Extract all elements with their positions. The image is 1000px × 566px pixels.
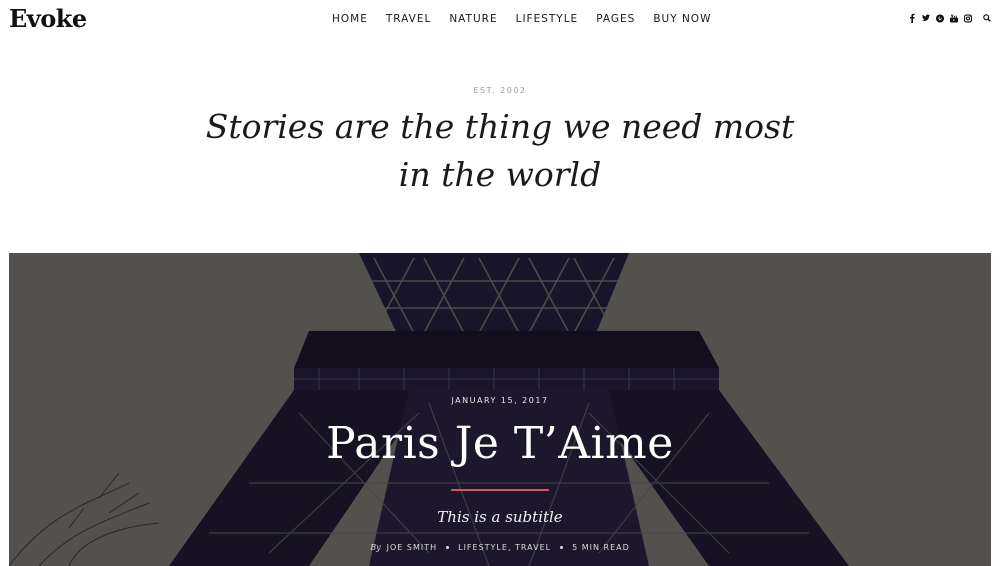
pinterest-icon[interactable] [936, 13, 944, 23]
twitter-icon[interactable] [922, 13, 930, 23]
search-icon[interactable] [983, 13, 991, 23]
post-date: JANUARY 15, 2017 [451, 396, 549, 405]
post-meta: By JOE SMITH LIFESTYLE, TRAVEL 5 MIN REA… [9, 543, 991, 552]
post-info: JANUARY 15, 2017 Paris Je T’Aime This is… [9, 396, 991, 552]
post-subtitle: This is a subtitle [437, 508, 563, 526]
post-author[interactable]: JOE SMITH [387, 543, 438, 552]
by-label: By [370, 543, 381, 552]
established-label: EST. 2002 [473, 86, 527, 95]
meta-separator [560, 546, 564, 549]
facebook-icon[interactable] [908, 13, 916, 23]
site-logo[interactable]: Evoke [9, 4, 87, 33]
post-title[interactable]: Paris Je T’Aime [9, 419, 991, 469]
nav-buy-now[interactable]: BUY NOW [653, 13, 711, 25]
main-nav: HOME TRAVEL NATURE LIFESTYLE PAGES BUY N… [332, 13, 729, 25]
site-header: Evoke HOME TRAVEL NATURE LIFESTYLE PAGES… [0, 0, 1000, 40]
nav-travel[interactable]: TRAVEL [386, 13, 431, 25]
meta-separator [446, 546, 450, 549]
nav-nature[interactable]: NATURE [449, 13, 497, 25]
nav-pages[interactable]: PAGES [596, 13, 635, 25]
site-intro: EST. 2002 Stories are the thing we need … [0, 86, 1000, 199]
instagram-icon[interactable] [964, 13, 972, 23]
featured-post[interactable]: JANUARY 15, 2017 Paris Je T’Aime This is… [9, 253, 991, 566]
post-categories[interactable]: LIFESTYLE, TRAVEL [458, 543, 551, 552]
read-time: 5 MIN READ [572, 543, 630, 552]
title-divider [451, 489, 549, 491]
site-tagline: Stories are the thing we need most in th… [205, 107, 795, 194]
youtube-icon[interactable] [950, 13, 958, 23]
nav-home[interactable]: HOME [332, 13, 368, 25]
social-links [908, 13, 991, 23]
nav-lifestyle[interactable]: LIFESTYLE [516, 13, 579, 25]
